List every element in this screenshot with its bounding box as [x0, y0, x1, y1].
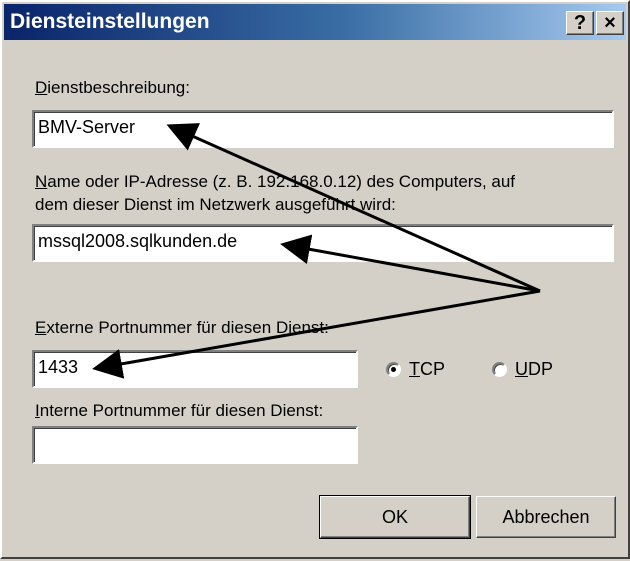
arrow-to-description [166, 123, 541, 293]
arrow-to-port [92, 289, 541, 379]
annotation-arrows [92, 123, 541, 379]
dialog-window: Diensteinstellungen ? × Dienstbeschreibu… [0, 0, 630, 559]
arrow-to-host [280, 234, 541, 293]
